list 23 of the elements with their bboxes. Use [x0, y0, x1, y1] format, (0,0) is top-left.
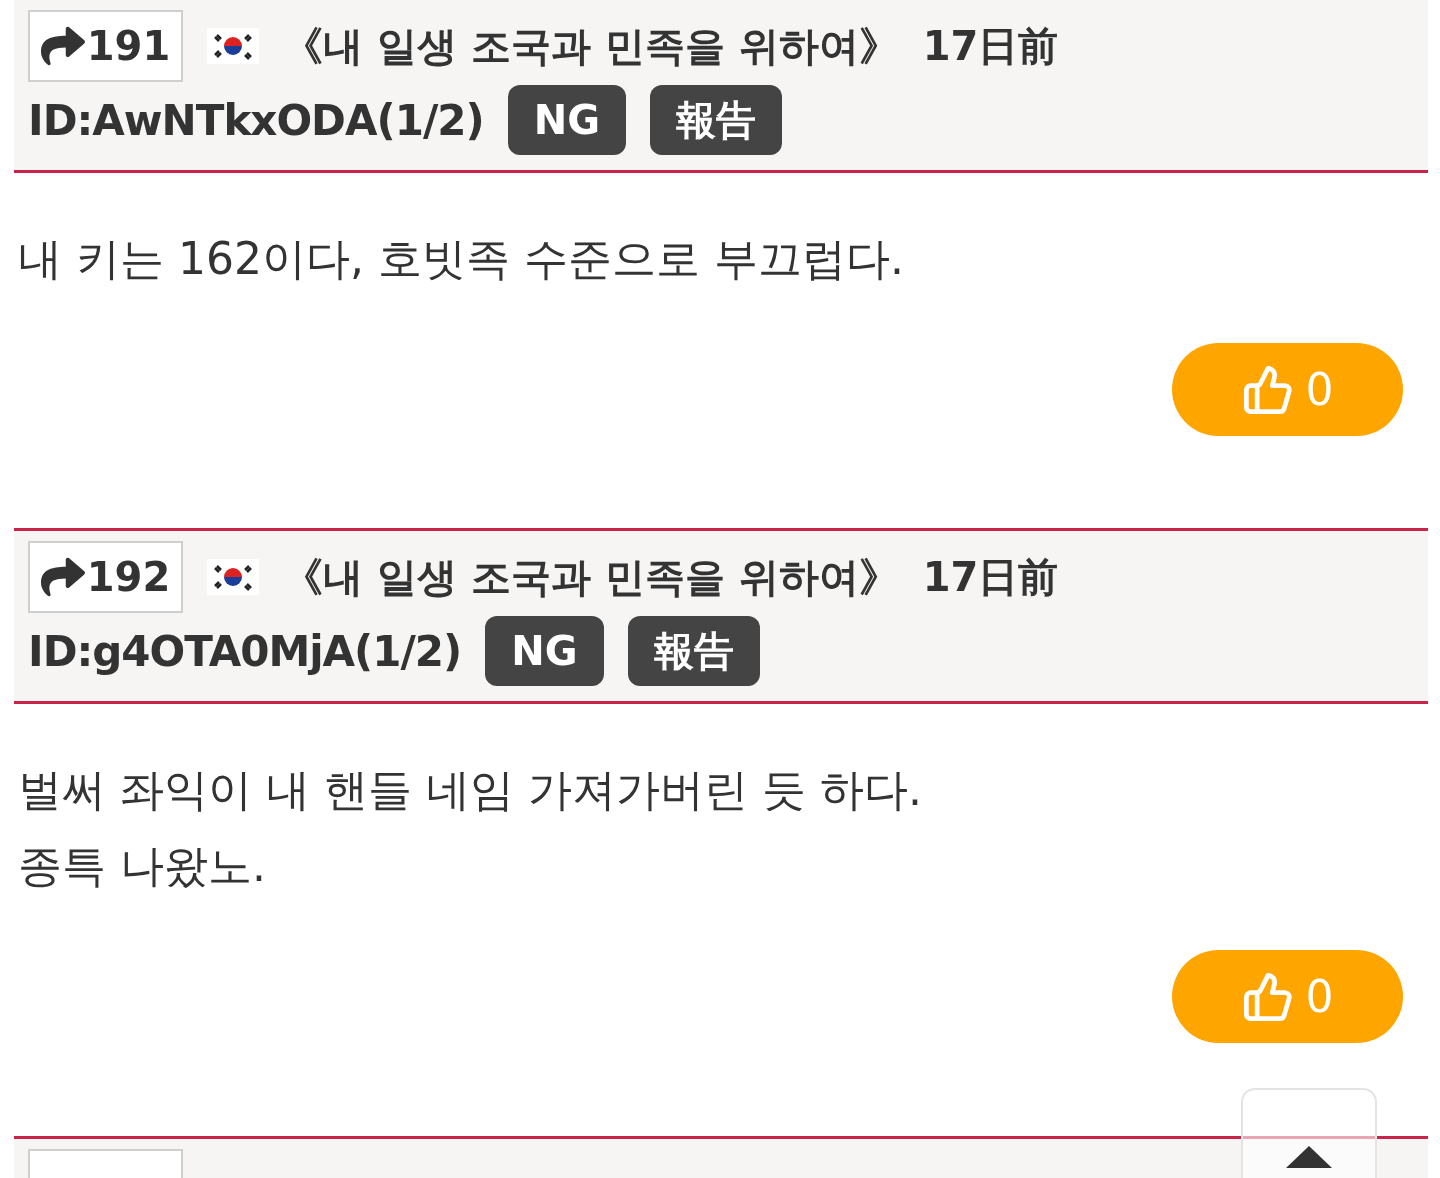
ng-button[interactable]: NG [507, 85, 626, 155]
scroll-top-button[interactable] [1241, 1088, 1377, 1178]
post-title: 《내 일생 조국과 민족을 위하여》 [283, 552, 899, 602]
post-text: 내 키는 162이다, 호빗족 수준으로 부끄럽다. [18, 232, 905, 286]
post-number[interactable]: 191 [28, 10, 183, 82]
report-button[interactable]: 報告 [650, 85, 782, 155]
user-id: ID:g4OTA0MjA(1/2) [28, 626, 462, 676]
share-arrow-icon [40, 555, 85, 599]
flag-icon [207, 28, 259, 64]
thumbs-up-icon [1241, 970, 1294, 1023]
post-date: 17日前 [922, 21, 1059, 71]
up-triangle-icon [1286, 1146, 1332, 1168]
post-number[interactable]: 192 [28, 541, 183, 613]
post-date: 17日前 [922, 552, 1059, 602]
thumbs-up-icon [1241, 363, 1294, 416]
post-title: 《내 일생 조국과 민족을 위하여》 [283, 21, 899, 71]
ng-button[interactable]: NG [485, 616, 604, 686]
post-text: 종특 나왔노. [18, 839, 267, 893]
post-text: 벌써 좌익이 내 핸들 네임 가져가버린 듯 하다. [18, 763, 923, 817]
user-id: ID:AwNTkxODA(1/2) [28, 95, 484, 145]
share-arrow-icon [40, 24, 85, 68]
flag-icon [207, 559, 259, 595]
report-button[interactable]: 報告 [627, 616, 760, 686]
